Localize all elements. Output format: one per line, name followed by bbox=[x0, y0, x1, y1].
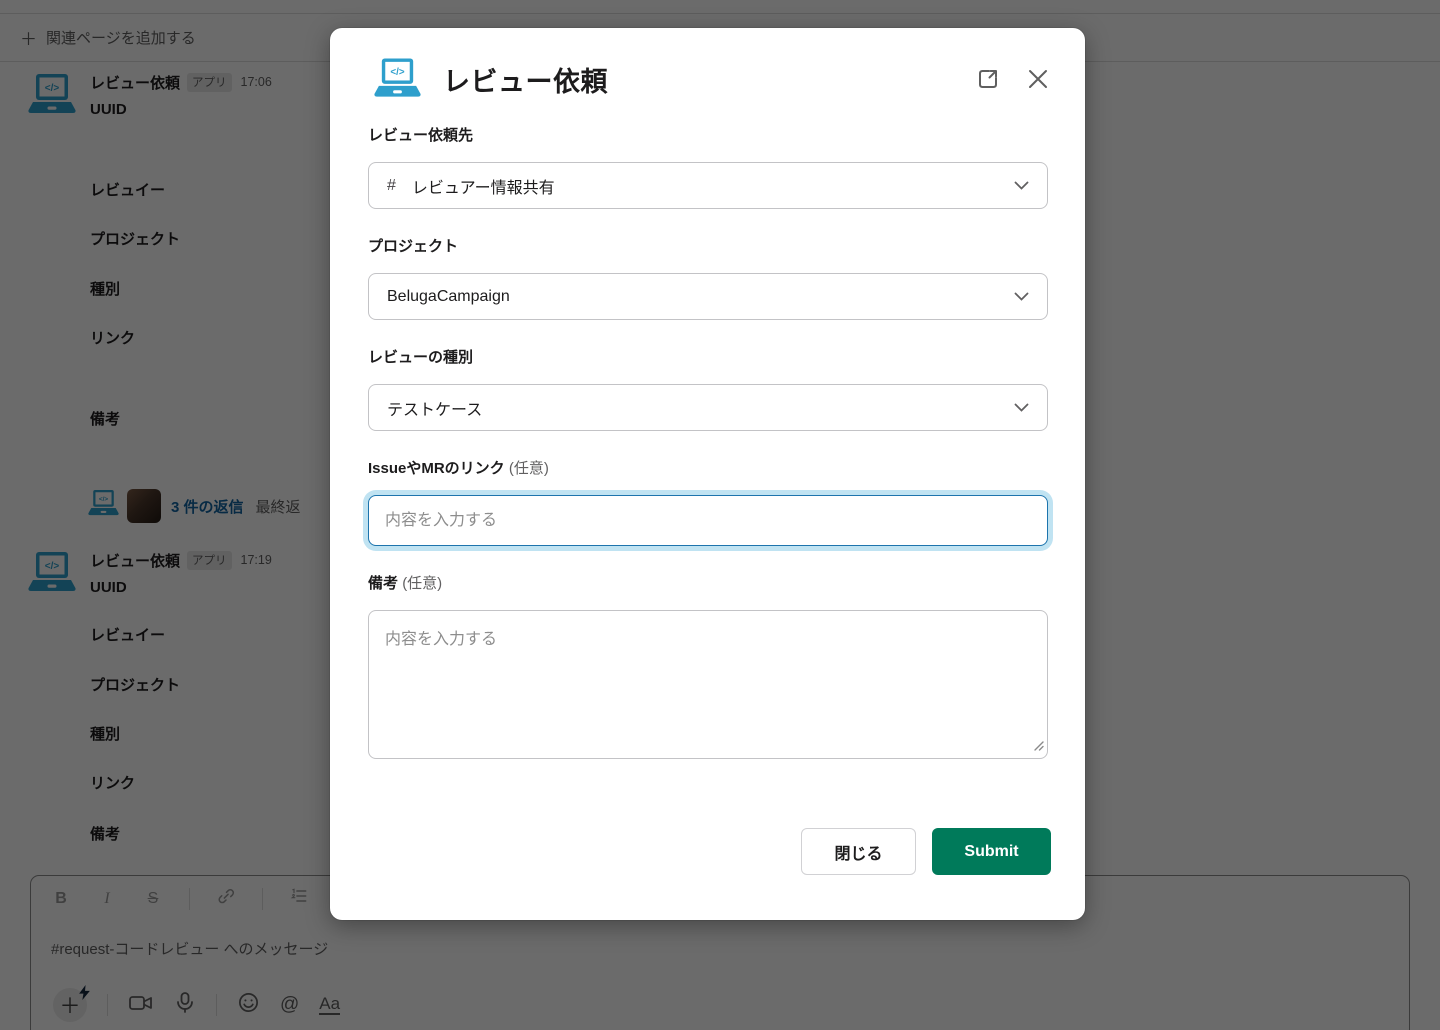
chevron-down-icon bbox=[1014, 399, 1029, 417]
link-input[interactable] bbox=[368, 495, 1048, 546]
chevron-down-icon bbox=[1014, 177, 1029, 195]
project-select-value: BelugaCampaign bbox=[387, 288, 510, 306]
modal-body: レビュー依頼先 # レビュアー情報共有 プロジェクト BelugaCampaig… bbox=[330, 100, 1085, 764]
field-label-review-type: レビューの種別 bbox=[368, 346, 1047, 370]
close-button[interactable]: 閉じる bbox=[801, 828, 916, 875]
notes-label-text: 備考 bbox=[368, 575, 398, 592]
notes-textarea[interactable] bbox=[368, 610, 1048, 759]
destination-select-value: レビュアー情報共有 bbox=[412, 174, 555, 198]
review-type-select-value: テストケース bbox=[387, 396, 482, 420]
open-external-icon[interactable] bbox=[975, 66, 1001, 92]
chevron-down-icon bbox=[1014, 288, 1029, 306]
resize-handle[interactable] bbox=[1032, 738, 1044, 756]
optional-hint: (任意) bbox=[402, 575, 442, 592]
field-label-link: IssueやMRのリンク (任意) bbox=[368, 457, 1047, 481]
modal-title: レビュー依頼 bbox=[443, 60, 608, 99]
review-request-modal: レビュー依頼 レビュー依頼先 # レビュアー情報共有 bbox=[330, 28, 1085, 920]
submit-button[interactable]: Submit bbox=[932, 828, 1051, 875]
destination-select[interactable]: # レビュアー情報共有 bbox=[368, 162, 1048, 209]
link-label-text: IssueやMRのリンク bbox=[368, 460, 505, 477]
review-type-select[interactable]: テストケース bbox=[368, 384, 1048, 431]
field-label-destination: レビュー依頼先 bbox=[368, 124, 1047, 148]
field-label-notes: 備考 (任意) bbox=[368, 572, 1047, 596]
app-window: ＋ 関連ページを追加する レビュー依頼 アプリ 17:06 UUID レビュイー… bbox=[0, 0, 1440, 1030]
modal-footer: 閉じる Submit bbox=[330, 764, 1085, 875]
field-label-project: プロジェクト bbox=[368, 235, 1047, 259]
optional-hint: (任意) bbox=[509, 460, 549, 477]
project-select[interactable]: BelugaCampaign bbox=[368, 273, 1048, 320]
modal-header: レビュー依頼 bbox=[330, 28, 1085, 100]
channel-hash-icon: # bbox=[387, 177, 396, 195]
close-icon[interactable] bbox=[1025, 66, 1051, 92]
laptop-code-icon bbox=[374, 58, 421, 100]
